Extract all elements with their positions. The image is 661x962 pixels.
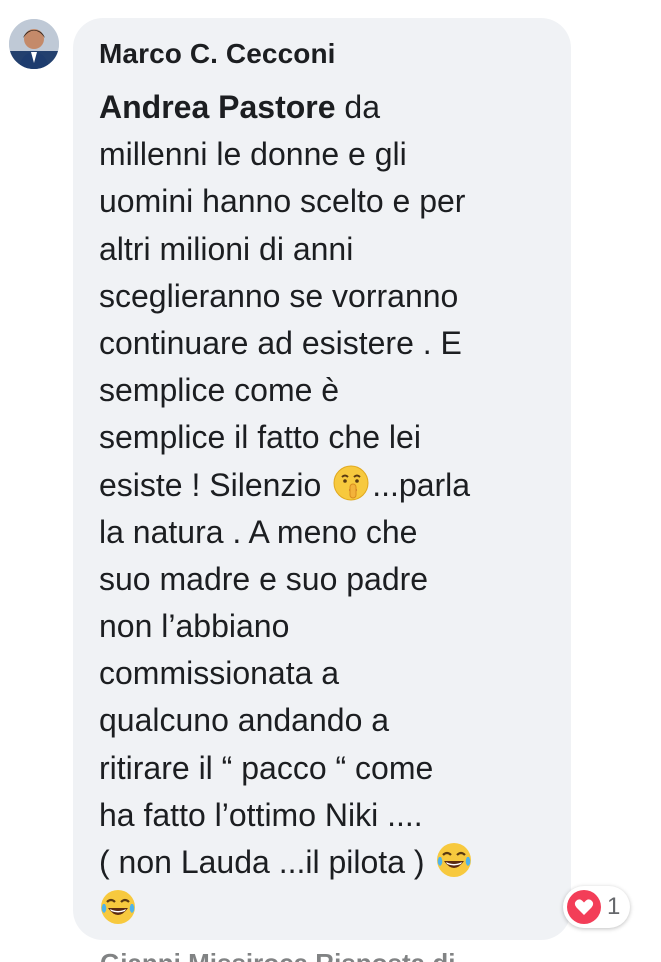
comment-line: ritirare il “ pacco “ come [99,749,434,786]
comment-line: semplice il fatto che lei [99,419,421,456]
comment-text: Andrea Pastore da millenni le donne e gl… [99,84,547,933]
comment-line: altri milioni di anni [99,230,354,267]
comment-line: millenni le donne e gli [99,136,407,173]
comment-line: qualcuno andando a [99,702,390,739]
comment-line: la natura . A meno che [99,513,418,550]
comment-line: sceglieranno se vorranno [99,277,459,314]
love-reaction-icon [567,890,601,924]
comment-line: ha fatto l’ottimo Niki .... [99,796,423,833]
comment-author-name[interactable]: Marco C. Cecconi [99,36,547,72]
comment-line: semplice come è [99,372,340,409]
comment-line: suo madre e suo padre [99,560,429,597]
comment-line: non l’abbiano [99,608,290,645]
shushing-face-icon [333,465,369,500]
comment-line: uomini hanno scelto e per [99,183,466,220]
mention-link[interactable]: Andrea Pastore [99,89,336,125]
comment-line [99,886,547,933]
reaction-count: 1 [607,893,621,920]
tears-of-joy-icon [101,890,135,925]
comment-line: esiste ! Silenzio ...parla [99,462,547,509]
avatar-photo [9,19,59,69]
comment-line: ( non Lauda ...il pilota ) [99,839,547,886]
comment-line: Andrea Pastore da [99,89,381,125]
reaction-badge[interactable]: 1 [563,886,631,928]
tears-of-joy-icon [437,843,472,877]
comment-line: commissionata a [99,655,340,692]
author-avatar[interactable] [9,19,59,69]
comment-bubble: Marco C. Cecconi Andrea Pastore da mille… [73,18,571,940]
comment-line: continuare ad esistere . E [99,324,462,361]
